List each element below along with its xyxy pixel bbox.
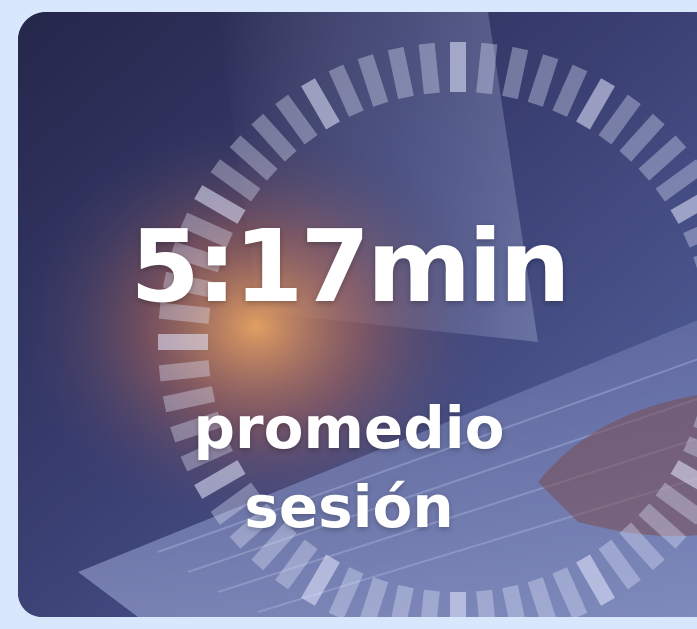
clock-dial-tick [418,42,440,95]
stat-card: 5:17min promedio sesión [18,12,697,617]
clock-dial-tick [476,589,495,617]
clock-dial-tick [391,584,414,617]
clock-dial-tick [476,42,498,95]
clock-dial-tick [387,46,414,100]
clock-dial-tick [502,46,529,100]
stat-label-line1: promedio [193,394,505,462]
clock-dial-tick [421,589,440,617]
stat-label-line2: sesión [244,473,454,541]
clock-dial-tick [158,360,211,382]
clock-dial-tick [502,584,525,617]
stat-value: 5:17min [130,208,570,325]
page: 5:17min promedio sesión [0,0,697,629]
